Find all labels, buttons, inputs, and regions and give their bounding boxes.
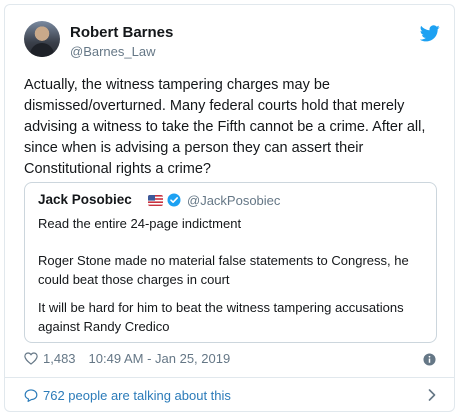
timestamp[interactable]: 10:49 AM - Jan 25, 2019 — [89, 351, 231, 366]
tweet-card[interactable]: Robert Barnes @Barnes_Law Actually, the … — [4, 4, 455, 412]
quoted-paragraph: It will be hard for him to beat the witn… — [38, 298, 423, 336]
quoted-line: Read the entire 24-page indictment — [38, 216, 242, 231]
quoted-paragraph: Roger Stone made no material false state… — [38, 251, 423, 289]
tweet-meta: 1,483 10:49 AM - Jan 25, 2019 — [24, 351, 230, 366]
quoted-line: against Randy Credico — [38, 319, 170, 334]
divider — [5, 377, 454, 378]
quoted-tweet[interactable]: Jack Posobiec @JackPosobiec Read the ent… — [24, 182, 437, 343]
tweet-line: dismissed/overturned. Many federal court… — [24, 98, 405, 114]
conversation-text[interactable]: 762 people are talking about this — [43, 388, 231, 403]
info-icon[interactable] — [423, 353, 436, 366]
us-flag-icon — [148, 195, 163, 206]
author-handle[interactable]: @Barnes_Law — [70, 44, 155, 59]
quoted-line: Roger Stone made no material false state… — [38, 253, 409, 268]
speech-bubble-icon — [24, 389, 38, 402]
tweet-line: since when is advising a person they can… — [24, 140, 364, 156]
quoted-line: It will be hard for him to beat the witn… — [38, 300, 404, 315]
tweet-text: Actually, the witness tampering charges … — [24, 75, 444, 180]
quoted-author-name: Jack Posobiec — [38, 192, 132, 207]
twitter-bird-icon[interactable] — [420, 25, 440, 42]
tweet-line: advising a witness to take the Fifth can… — [24, 119, 426, 135]
conversation-link[interactable]: 762 people are talking about this — [24, 388, 231, 403]
chevron-right-icon[interactable] — [428, 389, 436, 401]
verified-badge-icon — [167, 193, 181, 207]
tweet-line: Constitutional rights a crime? — [24, 161, 211, 177]
heart-icon[interactable] — [24, 352, 38, 365]
author-avatar[interactable] — [24, 21, 60, 57]
tweet-line: Actually, the witness tampering charges … — [24, 77, 330, 93]
author-name[interactable]: Robert Barnes — [70, 24, 173, 41]
quoted-line: could beat those charges in court — [38, 272, 230, 287]
quoted-paragraph: Read the entire 24-page indictment — [38, 214, 423, 233]
like-count[interactable]: 1,483 — [43, 351, 76, 366]
quoted-author-handle: @JackPosobiec — [187, 193, 281, 208]
